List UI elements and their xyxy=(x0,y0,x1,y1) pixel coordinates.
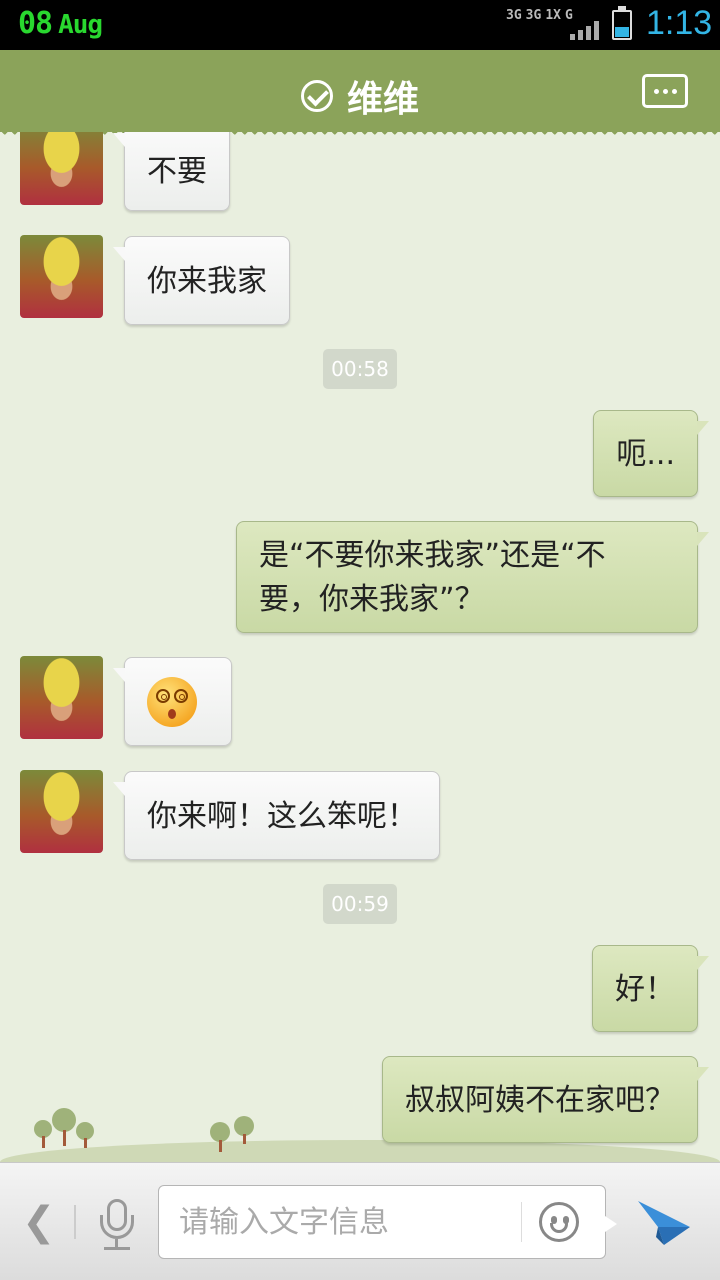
outgoing-message[interactable]: 叔叔阿姨不在家吧？ xyxy=(382,1056,709,1143)
outgoing-message[interactable]: 呃... xyxy=(593,410,709,497)
outgoing-message[interactable]: 是“不要你来我家”还是“不 要，你来我家”？ xyxy=(236,521,709,633)
battery-icon xyxy=(612,6,632,40)
contact-avatar[interactable] xyxy=(20,770,103,853)
outgoing-message[interactable]: 好！ xyxy=(592,945,709,1032)
message-timestamp: 00:58 xyxy=(323,349,397,389)
check-circle-icon xyxy=(300,80,333,112)
divider xyxy=(521,1202,522,1242)
status-bar: 08 Aug 3G 3G 1X G 1:13 xyxy=(0,0,720,50)
collapse-button[interactable]: ❮ xyxy=(22,1199,56,1245)
contact-avatar[interactable] xyxy=(20,235,103,318)
chat-header: 维维 xyxy=(0,50,720,140)
message-input-box[interactable] xyxy=(158,1185,617,1259)
message-line: 是“不要你来我家”还是“不 xyxy=(259,538,606,573)
message-line: 要，你来我家”？ xyxy=(259,582,485,617)
incoming-message[interactable]: 你来我家 xyxy=(113,236,290,325)
status-date: 08 Aug xyxy=(18,6,103,41)
status-day: 08 xyxy=(18,6,53,41)
status-time: 1:13 xyxy=(646,4,713,42)
incoming-message[interactable]: 你来啊！这么笨呢！ xyxy=(113,771,440,860)
message-input[interactable] xyxy=(179,1200,509,1244)
contact-avatar[interactable] xyxy=(20,656,103,739)
dizzy-face-icon xyxy=(147,676,197,727)
message-list[interactable]: 不要 你来我家 00:58 呃... 是“不要你来我家”还是“不 要，你来我家”… xyxy=(0,132,720,1162)
network-label-1x: 1X xyxy=(545,8,561,23)
network-label-3g-b: 3G xyxy=(525,8,542,23)
divider xyxy=(74,1205,76,1239)
network-indicator: 3G 3G 1X G xyxy=(506,8,577,23)
message-timestamp: 00:59 xyxy=(323,884,397,924)
incoming-message[interactable] xyxy=(113,657,232,746)
contact-name: 维维 xyxy=(346,79,419,120)
more-options-button[interactable] xyxy=(642,74,688,108)
input-bar: ❮ xyxy=(0,1162,720,1280)
smiley-icon[interactable] xyxy=(539,1202,579,1242)
contact-avatar[interactable] xyxy=(20,132,103,205)
incoming-message[interactable]: 不要 xyxy=(113,132,230,211)
network-label-3g-a: 3G xyxy=(506,8,522,23)
microphone-icon[interactable] xyxy=(98,1199,136,1251)
signal-icon xyxy=(570,20,602,40)
send-icon[interactable] xyxy=(636,1197,692,1249)
status-month: Aug xyxy=(58,10,103,40)
